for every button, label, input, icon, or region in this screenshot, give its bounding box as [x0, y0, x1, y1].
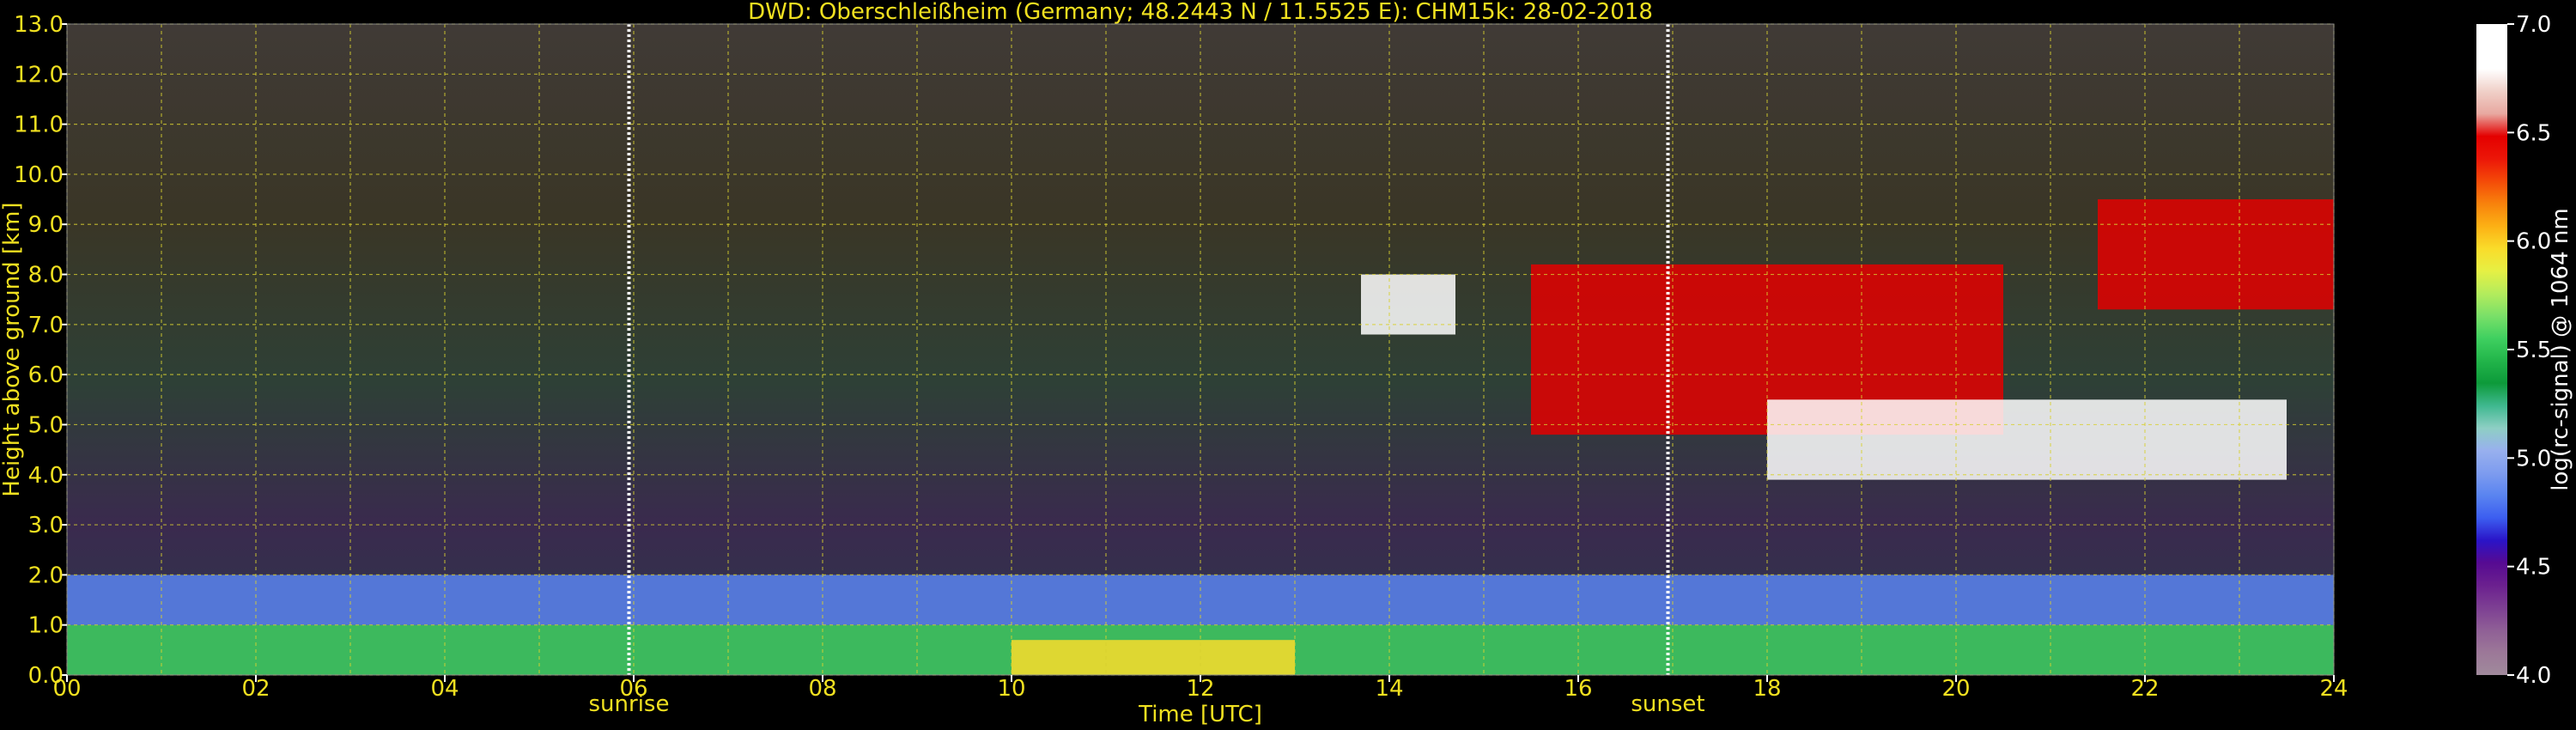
y-tick-label: 7.0 [28, 313, 64, 338]
y-tick-label: 4.0 [28, 463, 64, 489]
y-tick-label: 9.0 [28, 212, 64, 238]
y-tick-label: 2.0 [28, 563, 64, 588]
ceilometer-chart: sunrise sunset 00 02 04 06 08 10 12 14 16 18 20 22 24… [0, 0, 2573, 727]
x-tick-label: 08 [808, 676, 836, 702]
y-tick-label: 0.0 [28, 663, 64, 689]
y-tick-label: 6.0 [28, 362, 64, 388]
colorbar [2476, 24, 2507, 675]
chart-title: DWD: Oberschleißheim (Germany; 48.2443 N… [748, 0, 1653, 25]
y-tick-label: 1.0 [28, 613, 64, 639]
colorbar-tick-label: 5.5 [2516, 338, 2551, 363]
x-tick-label: 12 [1186, 676, 1214, 702]
y-tick-label: 5.0 [28, 412, 64, 438]
y-tick-label: 8.0 [28, 263, 64, 289]
colorbar-label: log(rc-signal) @ 1064 nm [2548, 208, 2573, 490]
x-tick-label: 14 [1375, 676, 1403, 702]
layer-cloud-base-band [1767, 399, 2287, 480]
colorbar-tick-label: 5.0 [2516, 446, 2551, 471]
colorbar-tick-label: 6.0 [2516, 229, 2551, 255]
layer-aerosol-layer [1012, 640, 1295, 675]
x-tick-label: 02 [241, 676, 270, 702]
layer-cirrus [2098, 199, 2334, 310]
y-tick-label: 13.0 [14, 12, 64, 38]
y-tick-label: 11.0 [14, 113, 64, 138]
marker-label-sunset: sunset [1631, 691, 1704, 717]
x-tick-label: 22 [2130, 676, 2159, 702]
y-axis-label: Height above ground [km] [0, 202, 25, 496]
y-tick-label: 10.0 [14, 162, 64, 188]
colorbar-tick-label: 7.0 [2516, 12, 2551, 38]
layer-cirrus [1361, 274, 1455, 335]
colorbar-tick-label: 4.0 [2516, 663, 2551, 689]
x-tick-label: 04 [430, 676, 459, 702]
x-tick-label: 18 [1753, 676, 1781, 702]
colorbar-ticks: 4.0 4.5 5.0 5.5 6.0 6.5 7.0 [2507, 12, 2551, 689]
y-tick-label: 12.0 [14, 62, 64, 88]
x-tick-label: 24 [2319, 676, 2348, 702]
x-tick-label: 20 [1941, 676, 1970, 702]
x-tick-label: 06 [619, 676, 647, 702]
colorbar-tick-label: 4.5 [2516, 555, 2551, 581]
colorbar-tick-label: 6.5 [2516, 120, 2551, 146]
x-axis-label: Time [UTC] [1138, 702, 1262, 727]
x-tick-label: 16 [1564, 676, 1592, 702]
x-axis-ticks: 00 02 04 06 08 10 12 14 16 18 20 22 24 [52, 675, 2348, 702]
x-tick-label: 10 [997, 676, 1025, 702]
y-tick-label: 3.0 [28, 513, 64, 538]
